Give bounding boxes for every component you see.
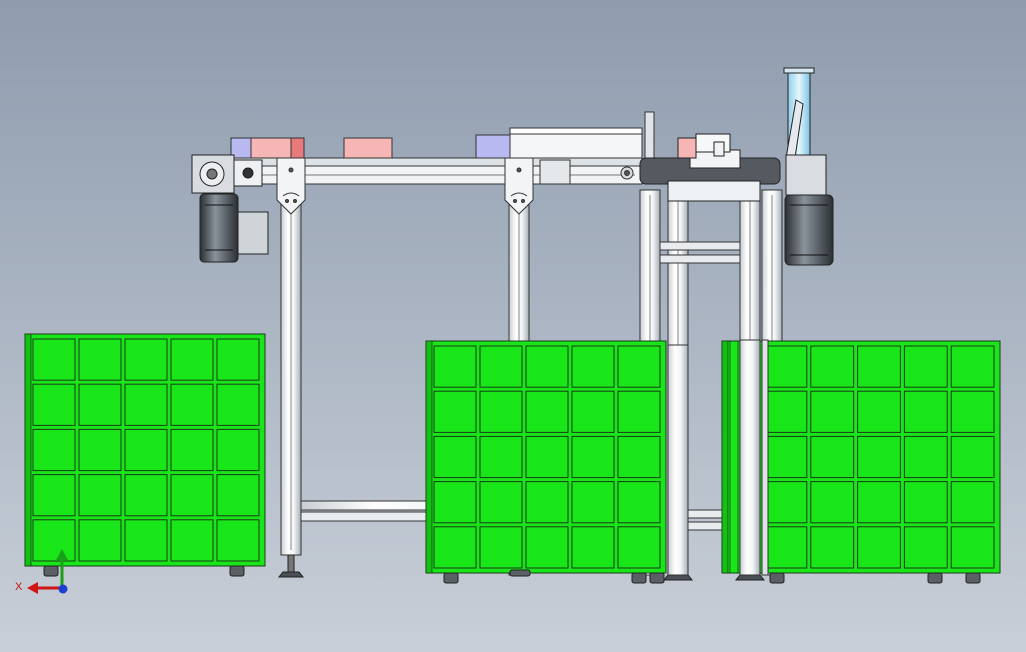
bin-cell — [903, 345, 948, 388]
bin-cell — [903, 526, 948, 569]
bin-cell — [763, 345, 808, 388]
bin-cell — [763, 390, 808, 433]
bin-rib — [24, 333, 32, 567]
z-axis-dot-icon — [58, 584, 68, 594]
bin-cell — [124, 383, 168, 426]
bin-cell — [32, 338, 76, 381]
bin-cell — [124, 428, 168, 472]
bin-cell — [124, 338, 168, 381]
bin-cell — [903, 481, 948, 524]
bin-cell — [32, 383, 76, 426]
bin-cell — [525, 481, 569, 524]
bin-cell — [525, 526, 569, 569]
x-axis-label: X — [15, 581, 23, 593]
bin-cell — [617, 526, 661, 569]
bin-cell — [810, 526, 855, 569]
bin-rib — [425, 340, 433, 574]
bin-cell — [950, 345, 995, 388]
bin-cell — [857, 390, 901, 433]
bin-cell — [571, 526, 615, 569]
bin-cell — [617, 345, 661, 388]
bin-cell — [216, 474, 260, 517]
bin-cell — [857, 481, 901, 524]
bin-cell — [950, 435, 995, 479]
bin-cell — [170, 338, 214, 381]
bin-cell — [170, 519, 214, 562]
bin-cell — [571, 390, 615, 433]
bin-middle — [425, 340, 667, 574]
bin-cell — [617, 481, 661, 524]
bin-cell — [78, 519, 122, 562]
bin-cell — [433, 345, 477, 388]
bin-cell — [525, 390, 569, 433]
bin-cell — [216, 383, 260, 426]
bin-cell — [950, 526, 995, 569]
bin-left — [24, 333, 266, 567]
bin-cell — [571, 345, 615, 388]
bin-cell — [857, 345, 901, 388]
bin-cell — [32, 474, 76, 517]
bin-cell — [763, 481, 808, 524]
bin-cell — [617, 435, 661, 479]
cad-viewport[interactable]: X — [0, 0, 1026, 652]
cad-scene: X — [0, 0, 1026, 652]
bin-rib — [721, 340, 729, 574]
bin-cell — [617, 390, 661, 433]
bin-cell — [216, 519, 260, 562]
bin-cell — [170, 428, 214, 472]
bin-cell — [950, 390, 995, 433]
part-pink-2 — [343, 137, 393, 159]
bin-cell — [433, 481, 477, 524]
bin-cell — [170, 474, 214, 517]
bin-cell — [124, 474, 168, 517]
bin-cell — [32, 519, 76, 562]
bin-cell — [433, 435, 477, 479]
bin-cell — [857, 526, 901, 569]
bin-cell — [525, 435, 569, 479]
bin-cell — [479, 390, 523, 433]
bin-cell — [857, 435, 901, 479]
bin-cell — [571, 435, 615, 479]
bin-cell — [479, 481, 523, 524]
bin-cell — [170, 383, 214, 426]
bin-cell — [810, 481, 855, 524]
bin-cell — [479, 435, 523, 479]
bin-cell — [525, 345, 569, 388]
bin-cell — [78, 338, 122, 381]
bin-cell — [903, 390, 948, 433]
bin-cell — [903, 435, 948, 479]
bin-cell — [763, 435, 808, 479]
bin-cell — [810, 435, 855, 479]
motor-body — [199, 193, 239, 263]
bin-cell — [78, 428, 122, 472]
bin-cell — [32, 428, 76, 472]
part-pink-1 — [250, 137, 292, 159]
bin-cell — [950, 481, 995, 524]
bin-cell — [78, 474, 122, 517]
bin-cell — [571, 481, 615, 524]
part-red-1 — [290, 137, 305, 159]
bin-cell — [216, 428, 260, 472]
bin-cell — [763, 526, 808, 569]
bin-cell — [810, 390, 855, 433]
bin-cell — [810, 345, 855, 388]
bin-cell — [479, 345, 523, 388]
bin-cell — [124, 519, 168, 562]
bin-cell — [479, 526, 523, 569]
bin-cell — [78, 383, 122, 426]
bin-cell — [216, 338, 260, 381]
bin-cell — [433, 390, 477, 433]
bin-cell — [433, 526, 477, 569]
